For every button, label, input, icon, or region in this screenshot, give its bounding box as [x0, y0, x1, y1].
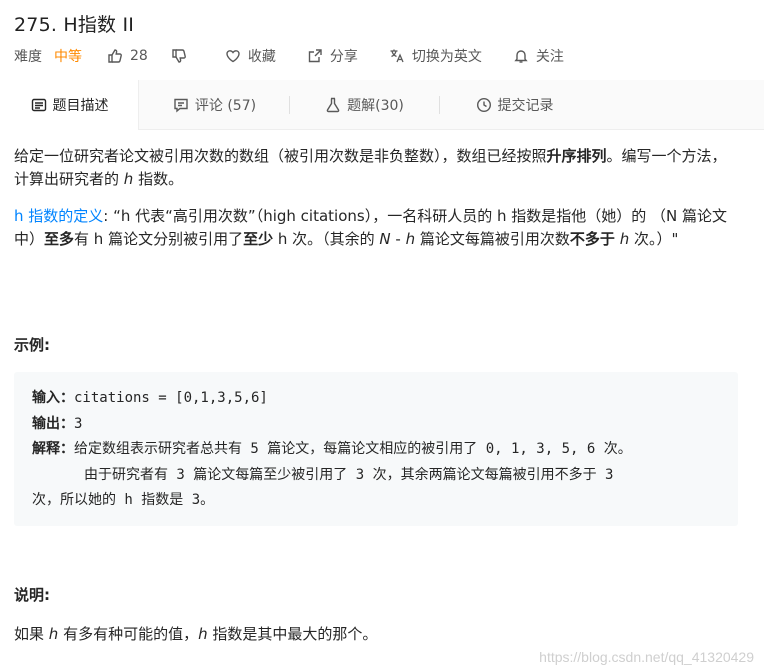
- text: h 次。（其余的: [273, 230, 375, 248]
- text: 篇论文每篇被引用次数: [419, 230, 570, 248]
- variable: h: [198, 625, 208, 643]
- tab-submissions[interactable]: 提交记录: [439, 80, 589, 129]
- text: 有 h 篇论文分别被引用了: [74, 230, 244, 248]
- thumbs-up-icon: [106, 47, 124, 65]
- difficulty-badge: 中等: [54, 49, 82, 65]
- language-toggle-button[interactable]: 切换为英文: [388, 46, 482, 66]
- example-input-line: 输入：citations = [0,1,3,5,6]: [32, 386, 720, 412]
- example-explain-line: 次，所以她的 h 指数是 3。: [32, 492, 215, 508]
- problem-description: 给定一位研究者论文被引用次数的数组（被引用次数是非负整数），数组已经按照升序排列…: [14, 145, 736, 251]
- output-label: 输出: [32, 415, 60, 432]
- difficulty-label: 难度: [14, 49, 42, 65]
- problem-title: 275. H指数 II: [14, 14, 135, 36]
- bold-text: 不多于: [569, 230, 615, 248]
- share-label: 分享: [329, 49, 358, 65]
- input-value: citations = [0,1,3,5,6]: [74, 390, 268, 406]
- translate-icon: [388, 47, 406, 65]
- problem-meta-bar: 难度 中等 28 收藏 分享 切换为英文 关注: [14, 46, 564, 66]
- tab-description[interactable]: 题目描述: [0, 80, 139, 130]
- description-paragraph-2: h 指数的定义: “h 代表“高引用次数”（high citations），一名…: [14, 205, 736, 251]
- share-icon: [306, 47, 324, 65]
- variable: h: [48, 625, 59, 643]
- tab-solutions[interactable]: 题解(30): [289, 80, 439, 129]
- colon: ：: [60, 415, 74, 432]
- text: -: [390, 230, 406, 248]
- share-button[interactable]: 分享: [306, 46, 358, 66]
- bell-icon: [512, 47, 530, 65]
- input-label: 输入: [32, 390, 60, 406]
- variable: h: [405, 230, 416, 248]
- favorite-button[interactable]: 收藏: [224, 46, 276, 66]
- output-value: 3: [74, 415, 83, 432]
- like-count: 28: [130, 48, 148, 64]
- tab-label: 评论 (57): [194, 97, 257, 114]
- colon: ：: [60, 441, 74, 457]
- description-paragraph-1: 给定一位研究者论文被引用次数的数组（被引用次数是非负整数），数组已经按照升序排列…: [14, 145, 736, 191]
- bold-text: 升序排列: [546, 147, 607, 165]
- text: 指数。: [138, 170, 184, 188]
- text: 给定一位研究者论文被引用次数的数组（被引用次数是非负整数），数组已经按照: [14, 147, 547, 165]
- comment-icon: [172, 96, 190, 114]
- text: 如果: [14, 625, 45, 643]
- text: 指数是其中最大的那个。: [212, 625, 378, 643]
- flask-icon: [324, 96, 342, 114]
- follow-button[interactable]: 关注: [512, 46, 564, 66]
- favorite-label: 收藏: [247, 49, 276, 65]
- example-explain-line: 解释：给定数组表示研究者总共有 5 篇论文，每篇论文相应的被引用了 0, 1, …: [32, 437, 720, 463]
- tab-label: 题目描述: [52, 98, 109, 114]
- variable: h: [619, 230, 630, 248]
- watermark: https://blog.csdn.net/qq_41320429: [539, 649, 754, 665]
- example-output-line: 输出：3: [32, 412, 720, 438]
- colon: ：: [60, 390, 74, 406]
- h-index-definition-link[interactable]: h 指数的定义: [14, 207, 103, 225]
- like-button[interactable]: 28: [106, 47, 148, 65]
- tab-label: 题解(30): [347, 97, 404, 114]
- explain-label: 解释: [32, 441, 60, 457]
- example-code-block: 输入：citations = [0,1,3,5,6] 输出：3 解释：给定数组表…: [14, 372, 738, 526]
- variable: N: [379, 230, 391, 248]
- tab-comments[interactable]: 评论 (57): [139, 80, 289, 129]
- example-heading: 示例:: [14, 336, 50, 354]
- language-toggle-label: 切换为英文: [411, 49, 482, 65]
- notes-heading: 说明:: [14, 586, 50, 604]
- tab-label: 提交记录: [497, 97, 554, 114]
- text: 次。）": [634, 230, 679, 248]
- example-explain-line: 由于研究者有 3 篇论文每篇至少被引用了 3 次，其余两篇论文每篇被引用不多于 …: [84, 466, 614, 483]
- variable: h: [123, 170, 134, 188]
- description-icon: [30, 96, 48, 114]
- follow-label: 关注: [535, 49, 564, 65]
- bold-text: 至少: [243, 230, 274, 248]
- bold-text: 至多: [44, 230, 75, 248]
- clock-icon: [475, 96, 493, 114]
- notes-text: 如果 h 有多有种可能的值，h 指数是其中最大的那个。: [14, 623, 377, 646]
- thumbs-down-icon: [170, 47, 188, 65]
- heart-icon: [224, 47, 242, 65]
- problem-tabs: 题目描述 评论 (57) 题解(30) 提交记录: [0, 80, 764, 130]
- explain-text: 给定数组表示研究者总共有 5 篇论文，每篇论文相应的被引用了 0, 1, 3, …: [74, 441, 632, 457]
- dislike-button[interactable]: [170, 47, 194, 65]
- text: 有多有种可能的值，: [63, 625, 199, 643]
